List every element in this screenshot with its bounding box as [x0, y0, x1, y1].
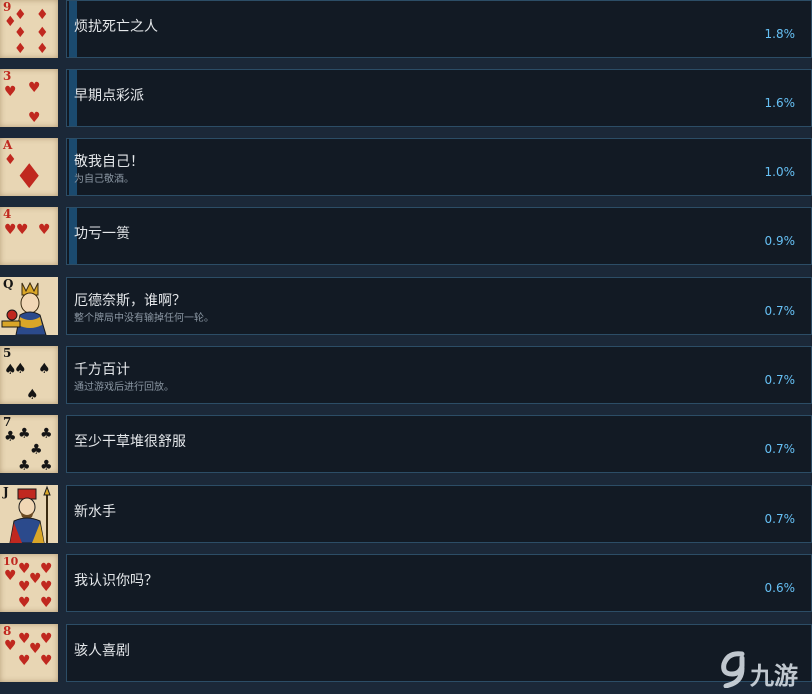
jiuyou-logo-icon — [721, 651, 745, 689]
unlock-percent: 0.7% — [764, 512, 796, 526]
card-9-diamonds-icon: 9 ♦ ♦ ♦ ♦ ♦ ♦ ♦ — [0, 0, 58, 58]
achievement-panel: 敬我自己！ 为自己敬酒。 1.0% — [66, 138, 812, 196]
card-jack-face-icon: J — [0, 485, 58, 543]
achievement-panel: 我认识你吗？ 0.6% — [66, 554, 812, 612]
achievement-description: 为自己敬酒。 — [74, 174, 134, 185]
card-rank: 4 — [3, 207, 12, 221]
unlock-percent: 1.8% — [764, 27, 796, 41]
achievement-name: 功亏一篑 — [74, 226, 130, 242]
card-rank: Q — [3, 277, 14, 291]
achievement-panel: 烦扰死亡之人 1.8% — [66, 0, 812, 58]
achievement-description: 通过游戏后进行回放。 — [74, 382, 174, 393]
card-3-hearts-icon: 3 ♥ ♥ ♥ — [0, 69, 58, 127]
achievement-name: 早期点彩派 — [74, 88, 144, 104]
unlock-percent: 0.7% — [764, 442, 796, 456]
card-rank: 5 — [3, 346, 12, 360]
watermark: 九游 — [716, 648, 812, 694]
achievement-name: 厄德奈斯，谁啊？ — [74, 293, 186, 309]
achievement-row[interactable]: 4 ♥ ♥ ♥ 功亏一篑 0.9% — [0, 207, 812, 267]
card-10-hearts-icon: 10 ♥ ♥ ♥ ♥ ♥ ♥ ♥ ♥ — [0, 554, 58, 612]
unlock-percent: 0.7% — [764, 304, 796, 318]
achievement-row[interactable]: 7 ♣ ♣ ♣ ♣ ♣ ♣ 至少干草堆很舒服 0.7% — [0, 415, 812, 475]
unlock-percent: 1.6% — [764, 96, 796, 110]
achievement-panel: 至少干草堆很舒服 0.7% — [66, 415, 812, 473]
card-ace-diamonds-icon: A ♦ ♦ — [0, 138, 58, 196]
card-5-spades-icon: 5 ♠ ♠ ♠ ♠ — [0, 346, 58, 404]
achievement-name: 烦扰死亡之人 — [74, 19, 158, 35]
achievement-panel: 功亏一篑 0.9% — [66, 207, 812, 265]
achievement-name: 新水手 — [74, 504, 116, 520]
achievement-name: 骇人喜剧 — [74, 643, 130, 659]
achievement-list: 9 ♦ ♦ ♦ ♦ ♦ ♦ ♦ 烦扰死亡之人 1.8% 3 ♥ ♥ ♥ 早期点彩… — [0, 0, 812, 694]
achievement-name: 敬我自己！ — [74, 154, 144, 170]
achievement-panel: 新水手 0.7% — [66, 485, 812, 543]
card-7-clubs-icon: 7 ♣ ♣ ♣ ♣ ♣ ♣ — [0, 415, 58, 473]
achievement-name: 至少干草堆很舒服 — [74, 434, 186, 450]
achievement-panel: 千方百计 通过游戏后进行回放。 0.7% — [66, 346, 812, 404]
achievement-panel: 早期点彩派 1.6% — [66, 69, 812, 127]
card-4-hearts-icon: 4 ♥ ♥ ♥ — [0, 207, 58, 265]
achievement-panel: 骇人喜剧 — [66, 624, 812, 682]
achievement-row[interactable]: 3 ♥ ♥ ♥ 早期点彩派 1.6% — [0, 69, 812, 129]
unlock-percent: 0.7% — [764, 373, 796, 387]
card-rank: J — [3, 485, 9, 499]
unlock-percent: 0.6% — [764, 581, 796, 595]
card-rank: 8 — [3, 624, 12, 638]
achievement-row[interactable]: 9 ♦ ♦ ♦ ♦ ♦ ♦ ♦ 烦扰死亡之人 1.8% — [0, 0, 812, 60]
unlock-percent: 0.9% — [764, 234, 796, 248]
card-rank: A — [3, 138, 13, 152]
card-queen-face-icon: Q — [0, 277, 58, 335]
achievement-name: 我认识你吗？ — [74, 573, 158, 589]
achievement-row[interactable]: 5 ♠ ♠ ♠ ♠ 千方百计 通过游戏后进行回放。 0.7% — [0, 346, 812, 406]
achievement-row[interactable]: A ♦ ♦ 敬我自己！ 为自己敬酒。 1.0% — [0, 138, 812, 198]
achievement-row[interactable]: J 新水手 0.7% — [0, 485, 812, 545]
achievement-panel: 厄德奈斯，谁啊？ 整个牌局中没有输掉任何一轮。 0.7% — [66, 277, 812, 335]
achievement-description: 整个牌局中没有输掉任何一轮。 — [74, 313, 214, 324]
card-rank: 7 — [3, 415, 12, 429]
card-rank: 3 — [3, 69, 12, 83]
achievement-row[interactable]: 8 ♥ ♥ ♥ ♥ ♥ ♥ 骇人喜剧 — [0, 624, 812, 684]
card-rank: 9 — [3, 0, 12, 14]
watermark-text: 九游 — [750, 662, 798, 690]
achievement-row[interactable]: 10 ♥ ♥ ♥ ♥ ♥ ♥ ♥ ♥ 我认识你吗？ 0.6% — [0, 554, 812, 614]
achievement-row[interactable]: Q 厄德奈斯，谁啊？ 整个牌局中没有输掉任何一轮。 0.7% — [0, 277, 812, 337]
card-8-hearts-icon: 8 ♥ ♥ ♥ ♥ ♥ ♥ — [0, 624, 58, 682]
card-rank: 10 — [3, 555, 19, 568]
achievement-name: 千方百计 — [74, 362, 130, 378]
unlock-percent: 1.0% — [764, 165, 796, 179]
